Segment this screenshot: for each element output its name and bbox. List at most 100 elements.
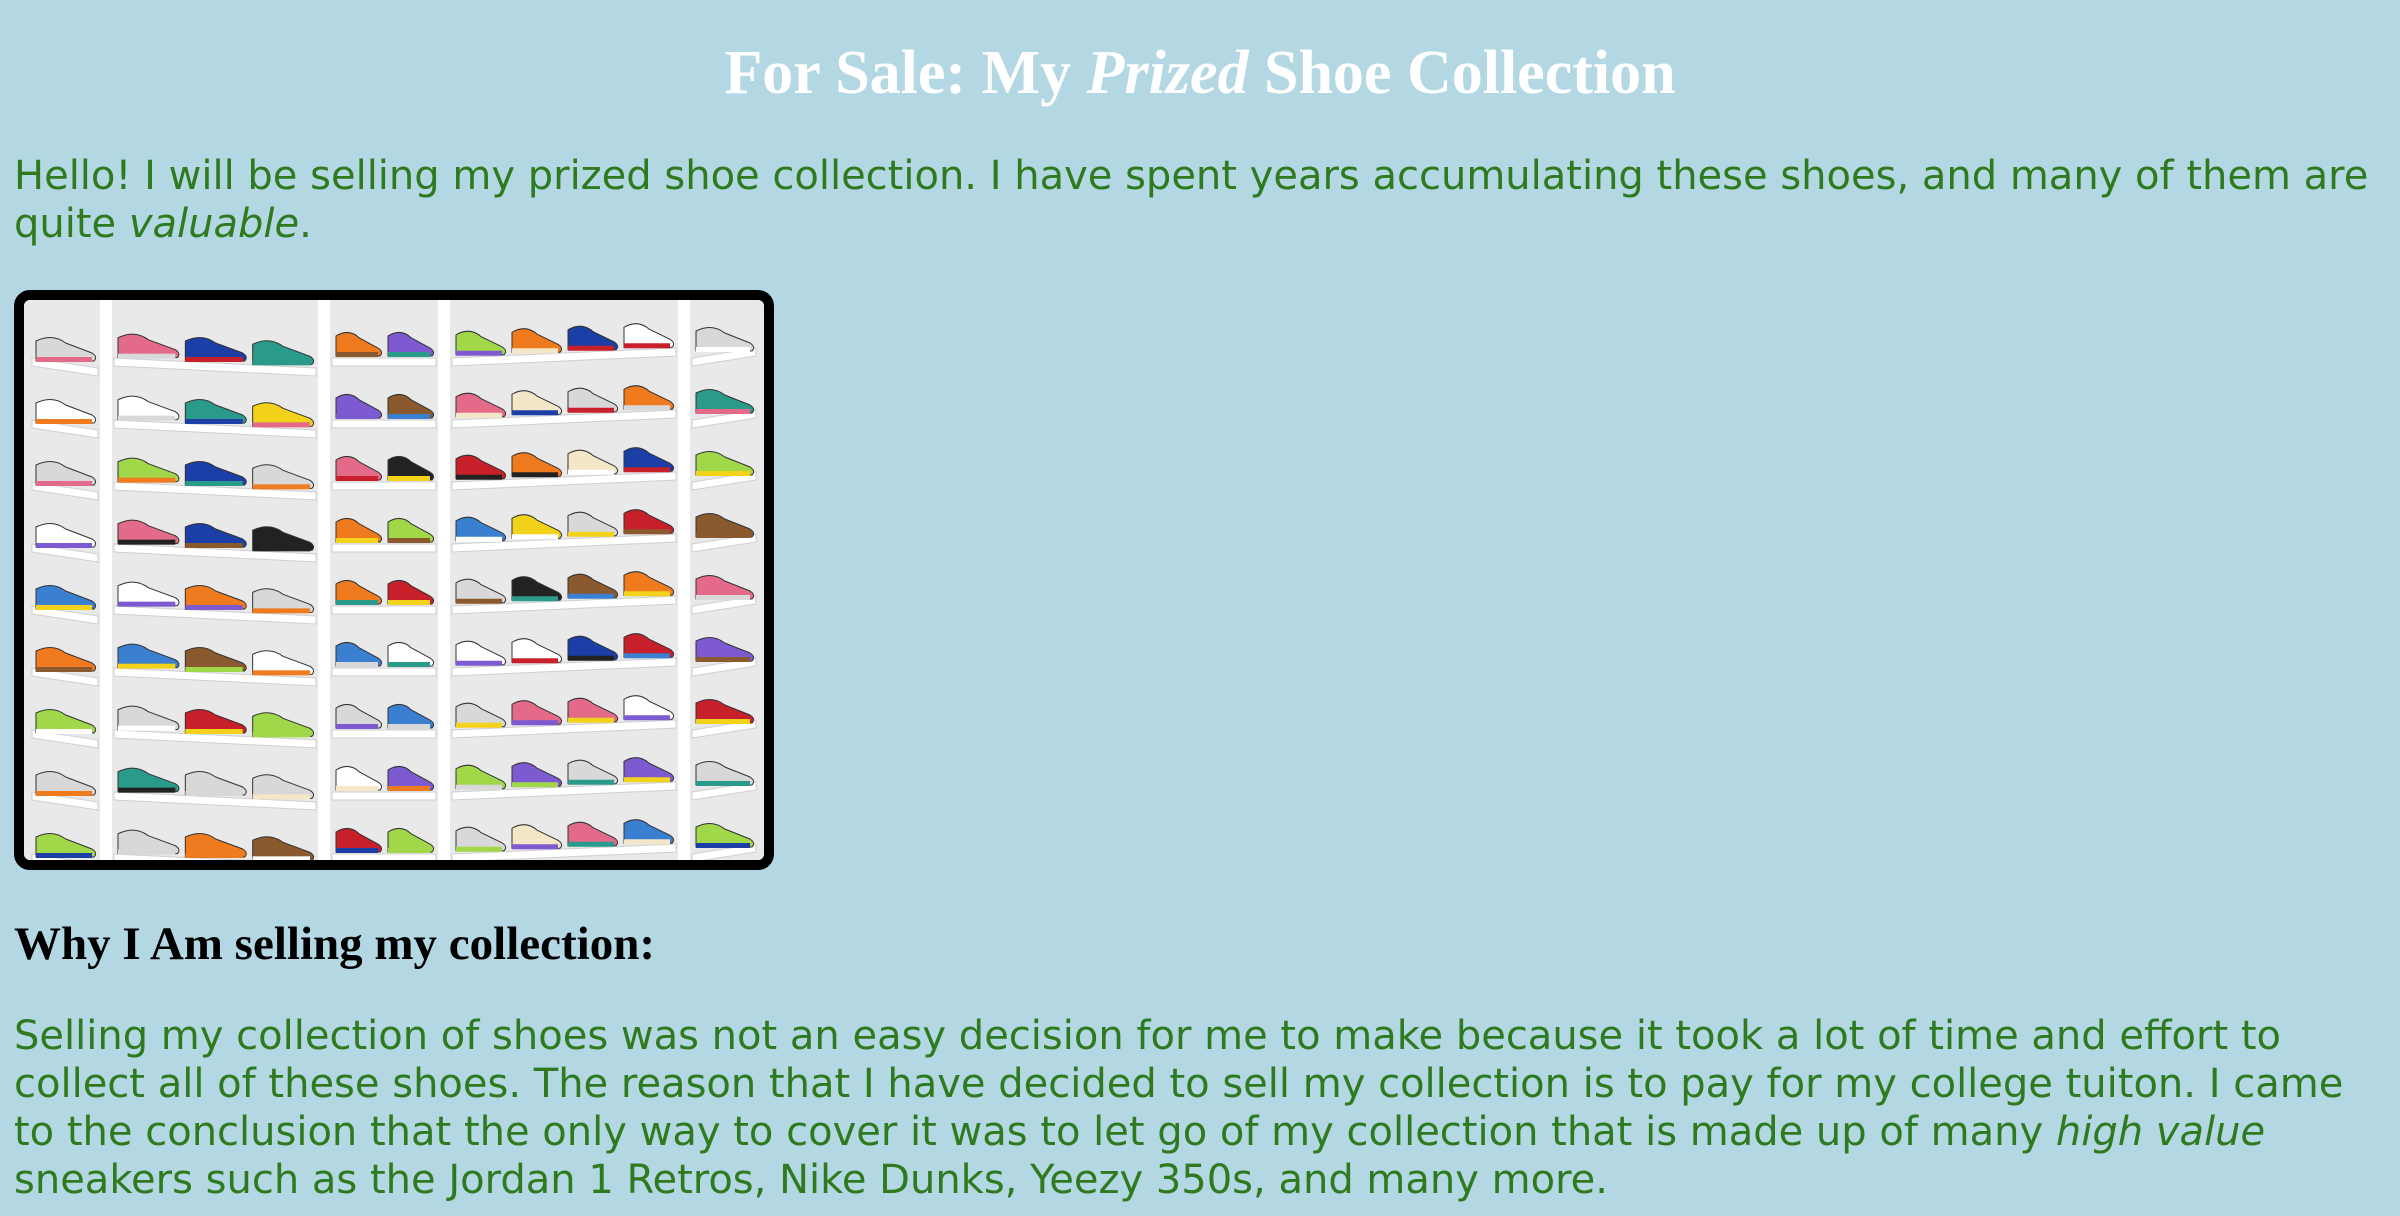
shoe-sole bbox=[456, 784, 502, 790]
shoe-sole bbox=[512, 410, 558, 416]
shoe-sole bbox=[336, 662, 378, 667]
shoe-sole bbox=[185, 667, 243, 672]
shoe-sole bbox=[252, 360, 310, 366]
shoe-sole bbox=[456, 660, 502, 666]
body-emphasis: high value bbox=[2055, 1109, 2266, 1155]
shoe-sole bbox=[568, 531, 614, 537]
shoe-sole bbox=[118, 849, 176, 855]
shelf-divider bbox=[438, 300, 450, 860]
shoe-sole bbox=[568, 345, 614, 351]
shoe-sole bbox=[696, 781, 750, 786]
shoe-sole bbox=[336, 848, 378, 853]
shoe-sole bbox=[185, 543, 243, 548]
shoe-sole bbox=[696, 471, 750, 476]
shoe-sole bbox=[252, 732, 310, 738]
shoe-sole bbox=[696, 533, 750, 538]
shoe-sole bbox=[624, 653, 670, 659]
shoe-sole bbox=[624, 591, 670, 597]
shoe-sole bbox=[252, 794, 310, 800]
shoe-sole bbox=[696, 595, 750, 600]
intro-emphasis: valuable bbox=[128, 201, 300, 247]
shoe-sole bbox=[185, 791, 243, 796]
shoe-sole bbox=[388, 538, 430, 543]
shoe-sole bbox=[624, 715, 670, 721]
page-title-emphasis: Prized bbox=[1086, 39, 1249, 107]
shelf-board bbox=[331, 667, 437, 677]
shoe-sole bbox=[696, 347, 750, 352]
body-paragraph: Selling my collection of shoes was not a… bbox=[14, 1012, 2394, 1204]
shelf-board bbox=[331, 605, 437, 615]
shoe-sole bbox=[568, 841, 614, 847]
shoe-sole bbox=[388, 414, 430, 419]
shoe-sole bbox=[36, 853, 92, 858]
shelf-board bbox=[331, 481, 437, 491]
shoe-sole bbox=[512, 534, 558, 540]
shoe-sole bbox=[36, 357, 92, 362]
shoe-sole bbox=[185, 853, 243, 858]
shoe-sole bbox=[118, 787, 176, 793]
shoe-sole bbox=[696, 843, 750, 848]
shoe-sole bbox=[388, 476, 430, 481]
shoe-sole bbox=[696, 657, 750, 662]
shoe-sole bbox=[696, 719, 750, 724]
shoe-sole bbox=[118, 477, 176, 483]
shoe-sole bbox=[252, 856, 310, 860]
section-heading: Why I Am selling my collection: bbox=[14, 918, 655, 970]
shoe-sole bbox=[568, 779, 614, 785]
shoe-sole bbox=[568, 655, 614, 661]
shoe-sole bbox=[185, 729, 243, 734]
shoe-sole bbox=[568, 593, 614, 599]
shoe-sole bbox=[36, 729, 92, 734]
shoe-sole bbox=[512, 844, 558, 850]
shoe-sole bbox=[388, 724, 430, 729]
shoe-sole bbox=[512, 472, 558, 478]
shoe-sole bbox=[456, 350, 502, 356]
shoe-sole bbox=[624, 467, 670, 473]
shoe-sole bbox=[388, 848, 430, 853]
shoe-sole bbox=[456, 722, 502, 728]
body-text: Selling my collection of shoes was not a… bbox=[14, 1013, 2344, 1155]
intro-paragraph: Hello! I will be selling my prized shoe … bbox=[14, 152, 2394, 248]
shoe-sole bbox=[252, 608, 310, 614]
shoe-sole bbox=[696, 409, 750, 414]
shoe-sole bbox=[118, 663, 176, 669]
shelf-board bbox=[331, 357, 437, 367]
shoe-sole bbox=[252, 484, 310, 490]
shoe-sole bbox=[336, 786, 378, 791]
shoe-sole bbox=[512, 782, 558, 788]
shoe-sole bbox=[624, 839, 670, 845]
intro-text: Hello! I will be selling my prized shoe … bbox=[14, 153, 2369, 247]
shoe-sole bbox=[336, 476, 378, 481]
shelf-divider bbox=[678, 300, 690, 860]
shoe-sole bbox=[336, 414, 378, 419]
shoe-sole bbox=[36, 667, 92, 672]
shoe-collection-photo bbox=[14, 290, 774, 870]
shoe-sole bbox=[512, 658, 558, 664]
shoe-sole bbox=[185, 419, 243, 424]
shoe-sole bbox=[336, 600, 378, 605]
shoe-sole bbox=[388, 786, 430, 791]
page-title-suffix: Shoe Collection bbox=[1248, 39, 1676, 107]
shoe-sole bbox=[36, 543, 92, 548]
shoe-sole bbox=[456, 598, 502, 604]
shelf-board bbox=[331, 419, 437, 429]
shoe-sole bbox=[624, 529, 670, 535]
shoe-shelves-illustration bbox=[24, 300, 764, 860]
body-suffix: sneakers such as the Jordan 1 Retros, Ni… bbox=[14, 1157, 1608, 1203]
shoe-sole bbox=[118, 539, 176, 545]
shoe-sole bbox=[388, 662, 430, 667]
shoe-sole bbox=[118, 725, 176, 731]
shoe-sole bbox=[118, 353, 176, 359]
shoe-sole bbox=[252, 422, 310, 428]
shoe-sole bbox=[624, 405, 670, 411]
intro-suffix: . bbox=[299, 201, 312, 247]
shelf-board bbox=[331, 543, 437, 553]
page-title: For Sale: My Prized Shoe Collection bbox=[0, 38, 2400, 108]
shoe-sole bbox=[512, 348, 558, 354]
shoe-sole bbox=[456, 536, 502, 542]
shoe-sole bbox=[388, 352, 430, 357]
shoe-sole bbox=[568, 469, 614, 475]
shoe-sole bbox=[624, 343, 670, 349]
shoe-sole bbox=[252, 546, 310, 552]
shelf-board bbox=[331, 729, 437, 739]
